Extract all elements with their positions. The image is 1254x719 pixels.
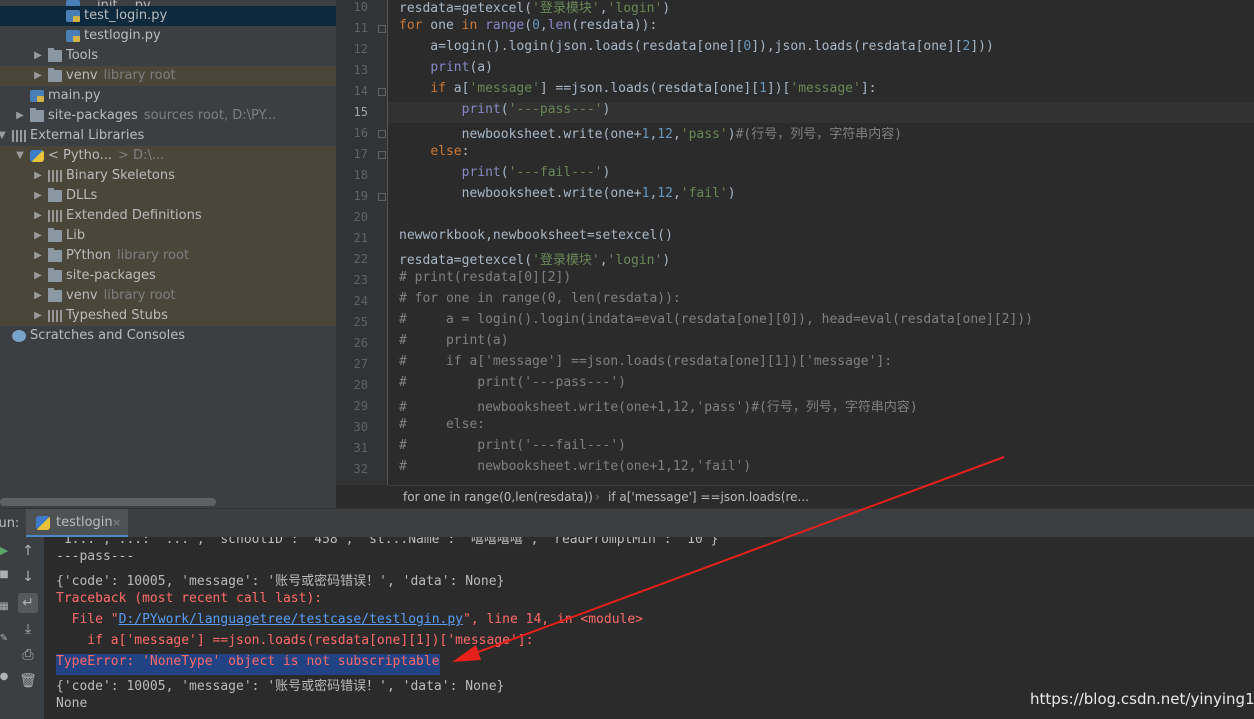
watermark: https://blog.csdn.net/yinying12 <box>1030 690 1254 708</box>
annotation-arrow <box>452 456 1005 662</box>
